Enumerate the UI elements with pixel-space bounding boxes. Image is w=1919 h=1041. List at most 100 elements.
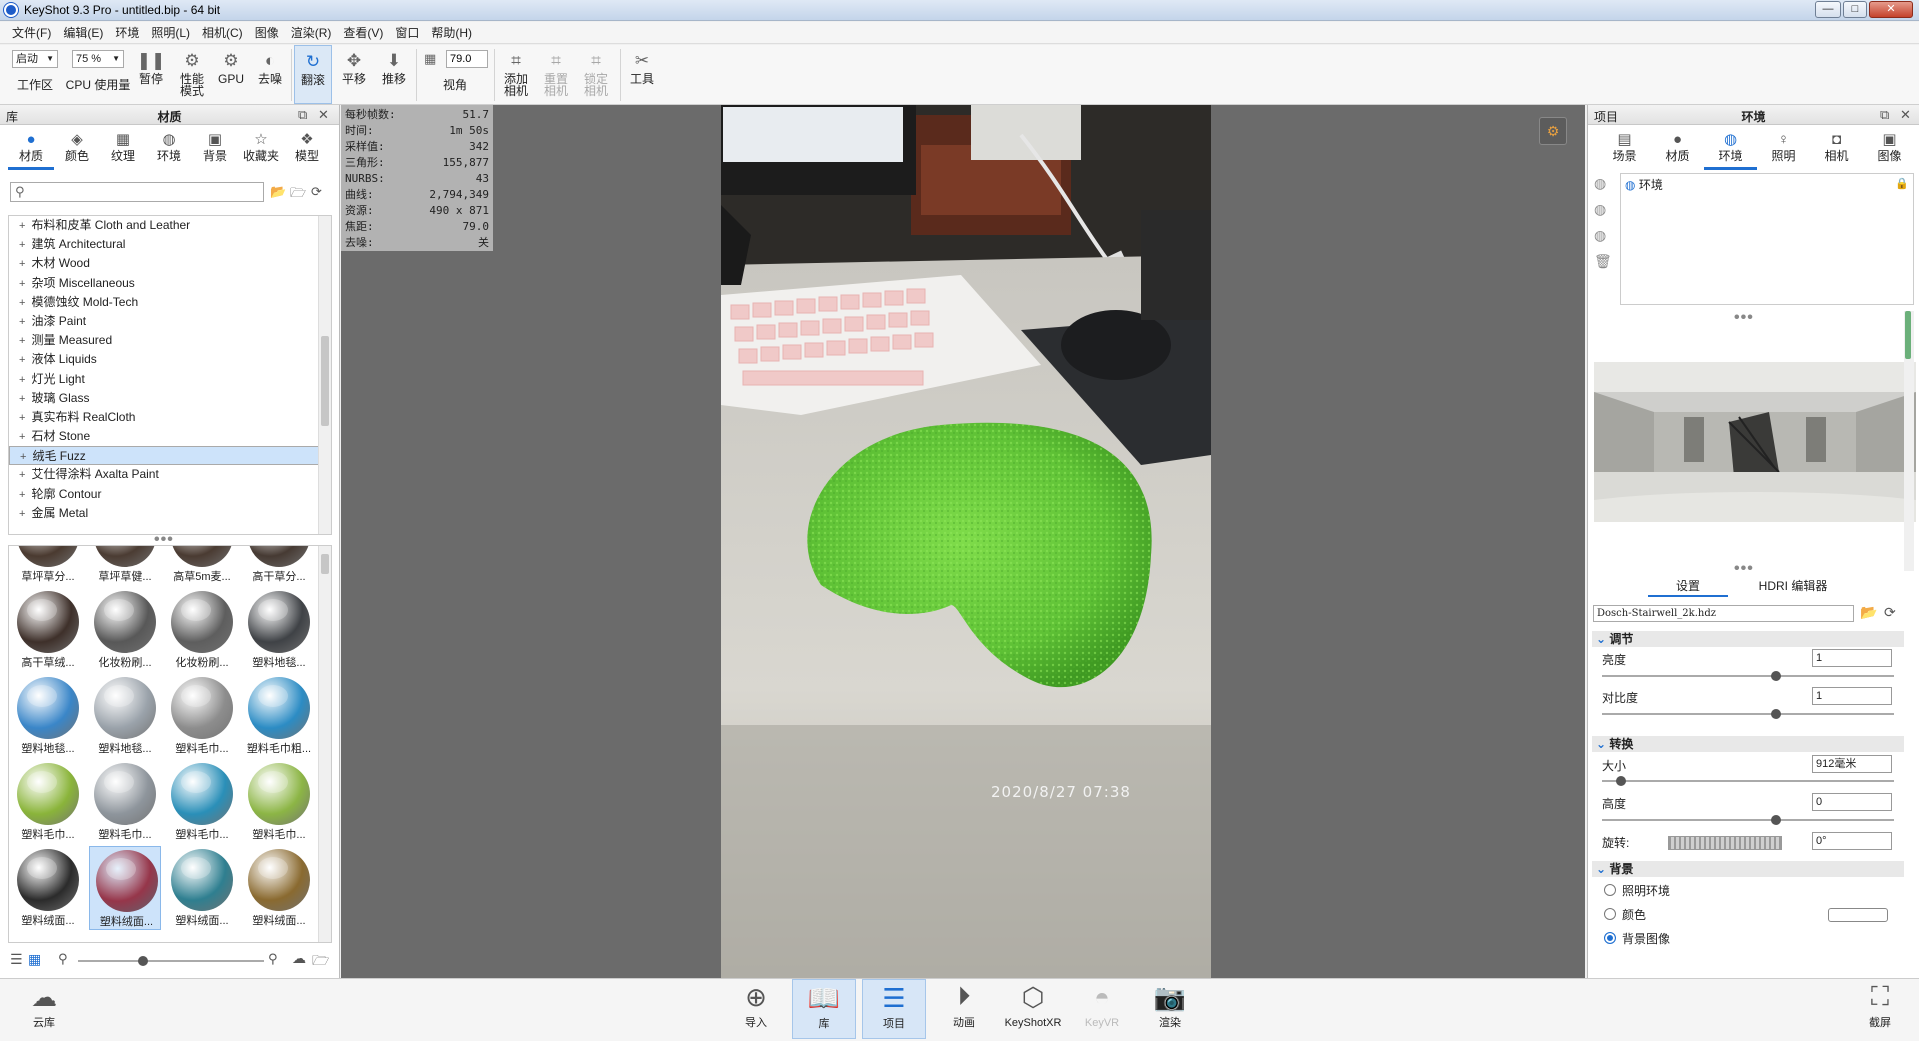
thumbnail-size-slider[interactable] [78, 956, 264, 966]
denoise-button[interactable]: ◐ 去噪 [252, 45, 288, 104]
tab-materials[interactable]: ● 材质 [8, 126, 54, 170]
expand-plus-icon[interactable]: + [19, 393, 25, 405]
scrollbar-thumb[interactable] [321, 336, 329, 426]
screenshot-button[interactable]: ⛶ 截屏 [1848, 979, 1912, 1039]
expand-plus-icon[interactable]: + [19, 316, 25, 328]
add-folder-icon[interactable]: 🗁 [290, 184, 306, 206]
pan-button[interactable]: ✥ 平移 [336, 45, 372, 104]
tree-folder-item[interactable]: + 测量 Measured [9, 331, 331, 350]
tree-folder-item[interactable]: + 杂项 Miscellaneous [9, 274, 331, 293]
grid-view-icon[interactable]: ▦ [28, 951, 41, 968]
maximize-button[interactable]: □ [1843, 1, 1867, 18]
tree-folder-item[interactable]: + 液体 Liquids [9, 350, 331, 369]
size-input[interactable]: 912毫米 [1812, 755, 1892, 773]
expand-plus-icon[interactable]: + [20, 451, 26, 463]
expand-plus-icon[interactable]: + [19, 508, 25, 520]
tab-favorites[interactable]: ☆ 收藏夹 [238, 126, 284, 170]
material-thumbnail[interactable]: 草坪草分... [12, 546, 84, 586]
tree-folder-item[interactable]: + 艾仕得涂料 Axalta Paint [9, 465, 331, 484]
dolly-button[interactable]: ⬇ 推移 [376, 45, 412, 104]
tab-image[interactable]: ▣ 图像 [1863, 126, 1916, 170]
material-thumbnail[interactable]: 化妆粉刷... [89, 588, 161, 672]
material-thumbnail[interactable]: 塑料绒面... [12, 846, 84, 930]
slider-knob[interactable] [1771, 671, 1782, 681]
expand-plus-icon[interactable]: + [19, 354, 25, 366]
expand-plus-icon[interactable]: + [19, 374, 25, 386]
import-button[interactable]: ⊕ 导入 [724, 979, 788, 1039]
open-folder-icon[interactable]: 📂 [1860, 604, 1877, 621]
menu-image[interactable]: 图像 [249, 24, 285, 41]
tab-textures[interactable]: ▦ 纹理 [100, 126, 146, 170]
slider-knob[interactable] [1771, 709, 1782, 719]
brightness-slider[interactable] [1602, 671, 1894, 681]
expand-plus-icon[interactable]: + [19, 278, 25, 290]
library-search-input[interactable]: ⚲ [10, 182, 264, 202]
close-window-button[interactable]: ✕ [1869, 1, 1913, 18]
tree-folder-item[interactable]: + 玻璃 Glass [9, 389, 331, 408]
size-slider[interactable] [1602, 776, 1894, 786]
hdr-file-field[interactable]: Dosch-Stairwell_2k.hdz [1593, 605, 1854, 622]
tree-folder-item[interactable]: + 木材 Wood [9, 254, 331, 273]
float-panel-icon[interactable]: ⧉ [1880, 107, 1889, 123]
cloud-library-button[interactable]: ☁ 云库 [12, 979, 76, 1039]
refresh-icon[interactable]: ⟳ [311, 184, 322, 200]
expand-plus-icon[interactable]: + [19, 412, 25, 424]
float-panel-icon[interactable]: ⧉ [298, 107, 307, 123]
tree-folder-item[interactable]: + 建筑 Architectural [9, 235, 331, 254]
environment-settings-icon[interactable]: ◍ [1594, 227, 1606, 244]
scrollbar-thumb[interactable] [321, 554, 329, 574]
rotation-dial[interactable] [1668, 836, 1782, 850]
menu-edit[interactable]: 编辑(E) [57, 24, 109, 41]
tree-folder-item[interactable]: + 真实布料 RealCloth [9, 408, 331, 427]
tree-folder-item[interactable]: + 轮廓 Contour [9, 485, 331, 504]
menu-render[interactable]: 渲染(R) [285, 24, 338, 41]
tools-button[interactable]: ✂ 工具 [624, 45, 660, 104]
contrast-slider[interactable] [1602, 709, 1894, 719]
brightness-input[interactable]: 1 [1812, 649, 1892, 667]
animation-button[interactable]: ⏵ 动画 [932, 979, 996, 1039]
tree-folder-item[interactable]: + 石材 Stone [9, 427, 331, 446]
render-viewport[interactable]: 每秒帧数: 51.7 时间: 1m 50s 采样值: 342 三角形: 155,877 NURB… [341, 105, 1585, 978]
material-thumbnail[interactable]: 高干草分... [243, 546, 315, 586]
zoom-out-icon[interactable]: ⚲ [58, 951, 68, 967]
tumble-button[interactable]: ↻ 翻滚 [294, 45, 332, 104]
background-color-swatch[interactable] [1828, 908, 1888, 922]
zoom-in-icon[interactable]: ⚲ [268, 951, 278, 967]
material-thumbnail[interactable]: 塑料地毯... [89, 674, 161, 758]
material-thumbnail[interactable]: 塑料毛巾... [12, 760, 84, 844]
tree-folder-item[interactable]: + 油漆 Paint [9, 312, 331, 331]
splitter-handle-icon[interactable]: ••• [154, 532, 174, 548]
expand-plus-icon[interactable]: + [19, 431, 25, 443]
hdri-preview[interactable] [1594, 362, 1916, 522]
radio-lighting-environment[interactable] [1604, 884, 1616, 896]
add-environment-icon[interactable]: ◍ [1594, 175, 1606, 192]
material-thumbnail[interactable]: 化妆粉刷... [166, 588, 238, 672]
expand-plus-icon[interactable]: + [19, 489, 25, 501]
pause-button[interactable]: ❚❚ 暂停 [134, 45, 168, 104]
menu-environment[interactable]: 环境 [109, 24, 145, 41]
height-slider[interactable] [1602, 815, 1894, 825]
slider-knob[interactable] [1616, 776, 1627, 786]
tab-environments[interactable]: ◍ 环境 [146, 126, 192, 170]
expand-plus-icon[interactable]: + [19, 258, 25, 270]
project-toggle-button[interactable]: ☰ 项目 [862, 979, 926, 1039]
list-view-icon[interactable]: ☰ [10, 951, 23, 968]
menu-window[interactable]: 窗口 [389, 24, 425, 41]
library-toggle-button[interactable]: 📖 库 [792, 979, 856, 1039]
radio-color[interactable] [1604, 908, 1616, 920]
material-thumbnail[interactable]: 塑料绒面... [166, 846, 238, 930]
tree-folder-item[interactable]: + 绒毛 Fuzz [9, 446, 331, 466]
tree-folder-item[interactable]: + 金属 Metal [9, 504, 331, 523]
reset-camera-button[interactable]: ⌗ 重置 相机 [538, 45, 574, 104]
keyvr-button[interactable]: ◓ KeyVR [1070, 979, 1134, 1039]
transform-section-header[interactable]: ⌄ 转换 [1592, 736, 1904, 752]
material-thumbnail[interactable]: 塑料地毯... [12, 674, 84, 758]
material-thumbnail[interactable]: 塑料绒面... [89, 846, 161, 930]
expand-plus-icon[interactable]: + [19, 297, 25, 309]
gpu-button[interactable]: ⚙ GPU [214, 45, 248, 104]
splitter-handle-icon[interactable]: ••• [1734, 561, 1754, 577]
scrollbar-thumb[interactable] [1905, 311, 1911, 359]
render-button[interactable]: 📷 渲染 [1138, 979, 1202, 1039]
material-thumbnail[interactable]: 塑料毛巾... [89, 760, 161, 844]
material-thumbnail[interactable]: 塑料绒面... [243, 846, 315, 930]
